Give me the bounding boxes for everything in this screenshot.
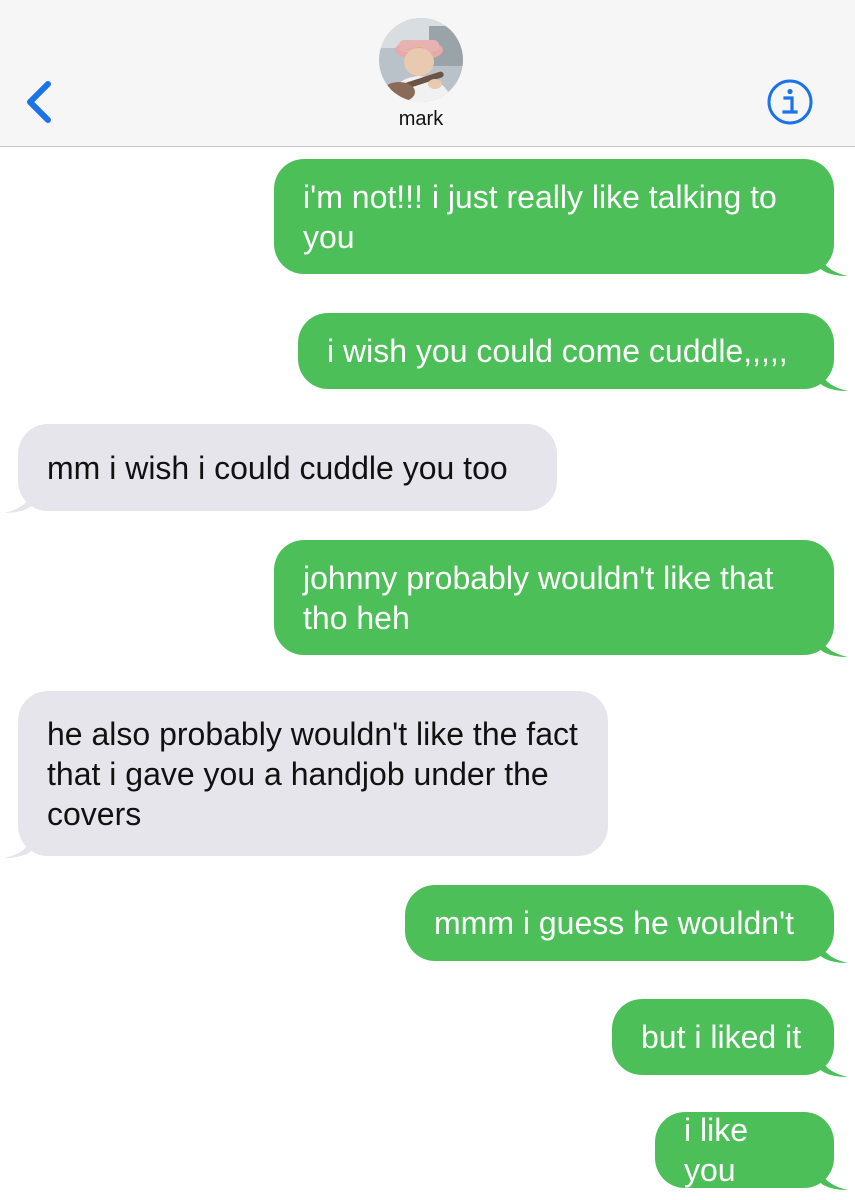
message-text: he also probably wouldn't like the fact … <box>47 715 578 832</box>
message-text: mm i wish i could cuddle you too <box>47 449 508 486</box>
message-text: johnny probably wouldn't like that tho h… <box>303 559 774 636</box>
message-text: but i liked it <box>641 1019 802 1055</box>
message-bubble[interactable]: mmm i guess he wouldn't <box>405 885 848 963</box>
bubble-tail <box>818 933 848 963</box>
message-bubble[interactable]: johnny probably wouldn't like that tho h… <box>274 540 848 657</box>
message-bubble[interactable]: i like you <box>655 1112 848 1190</box>
message-text: mmm i guess he wouldn't <box>434 905 795 941</box>
contact-avatar[interactable] <box>379 18 463 102</box>
message-bubble[interactable]: i wish you could come cuddle,,,,, <box>298 313 848 391</box>
message-bubble[interactable]: but i liked it <box>612 999 848 1077</box>
bubble-tail <box>818 361 848 391</box>
bubble-tail <box>818 627 848 657</box>
bubble-tail <box>818 1047 848 1077</box>
conversation-header: mark <box>0 0 855 147</box>
avatar-photo <box>379 18 463 102</box>
bubble-tail <box>818 246 848 276</box>
message-text: i like you <box>684 1112 749 1188</box>
bubble-tail <box>4 828 34 858</box>
bubble-tail <box>4 483 34 513</box>
message-bubble[interactable]: he also probably wouldn't like the fact … <box>4 691 608 858</box>
info-button[interactable] <box>766 78 814 126</box>
message-text: i wish you could come cuddle,,,,, <box>327 333 788 369</box>
message-thread[interactable]: i'm not!!! i just really like talking to… <box>0 147 855 1200</box>
info-circle-icon <box>767 79 813 125</box>
message-text: i'm not!!! i just really like talking to… <box>303 178 777 255</box>
contact-name[interactable]: mark <box>0 108 842 131</box>
message-bubble[interactable]: i'm not!!! i just really like talking to… <box>274 159 848 276</box>
message-bubble[interactable]: mm i wish i could cuddle you too <box>4 424 557 513</box>
bubble-tail <box>818 1160 848 1190</box>
